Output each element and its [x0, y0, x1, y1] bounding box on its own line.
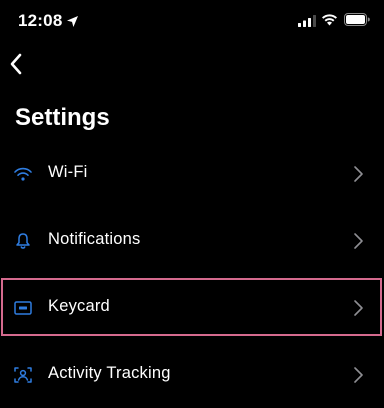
battery-icon: [344, 13, 370, 26]
page-title: Settings: [15, 104, 110, 131]
settings-item-label: Wi-Fi: [48, 163, 88, 181]
settings-item-label: Keycard: [48, 297, 110, 315]
wifi-icon: [12, 164, 34, 184]
chevron-right-icon: [352, 366, 364, 384]
status-time: 12:08: [18, 11, 63, 30]
status-indicators: [298, 13, 370, 27]
chevron-right-icon: [352, 165, 364, 183]
settings-item-keycard[interactable]: Keycard: [0, 277, 384, 339]
status-bar: 12:08: [0, 0, 384, 44]
chevron-right-icon: [352, 299, 364, 317]
chevron-right-icon: [352, 232, 364, 250]
status-time-group: 12:08: [18, 11, 79, 31]
bell-icon: [12, 231, 34, 251]
settings-item-notifications[interactable]: Notifications: [0, 210, 384, 272]
settings-item-activity-tracking[interactable]: Activity Tracking: [0, 344, 384, 406]
activity-tracking-icon: [12, 365, 34, 385]
wifi-status-icon: [321, 13, 338, 26]
back-button[interactable]: [4, 52, 28, 80]
keycard-icon: [12, 298, 34, 318]
chevron-left-icon: [9, 53, 23, 80]
settings-item-label: Activity Tracking: [48, 364, 171, 382]
settings-item-wifi[interactable]: Wi-Fi: [0, 143, 384, 205]
cellular-signal-icon: [298, 14, 316, 27]
settings-item-label: Notifications: [48, 230, 141, 248]
location-arrow-icon: [66, 15, 79, 28]
